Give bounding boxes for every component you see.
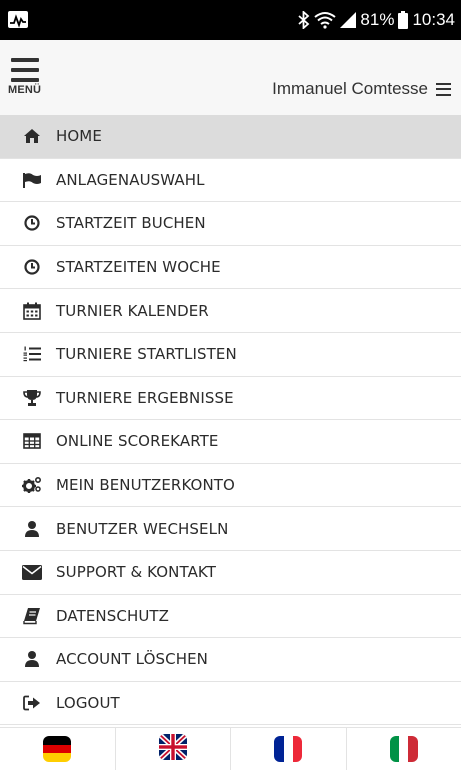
clock-icon [22, 257, 42, 277]
calendar-icon [22, 301, 42, 321]
menu-item-startzeiten-woche[interactable]: STARTZEITEN WOCHE [0, 245, 461, 290]
menu-item-label: ANLAGENAUSWAHL [56, 170, 205, 189]
menu-item-label: DATENSCHUTZ [56, 606, 170, 625]
status-bar: 81% 10:34 [0, 0, 461, 40]
bluetooth-icon [298, 11, 310, 29]
menu-item-home[interactable]: HOME [0, 115, 461, 159]
menu-item-label: ONLINE SCOREKARTE [56, 432, 219, 451]
italian-flag-icon [389, 736, 418, 762]
menu-item-online-scorekarte[interactable]: ONLINE SCOREKARTE [0, 420, 461, 464]
menu-item-label: MEIN BENUTZERKONTO [56, 476, 235, 495]
menu-item-datenschutz[interactable]: DATENSCHUTZ [0, 594, 461, 639]
menu-item-account-loeschen[interactable]: ACCOUNT LÖSCHEN [0, 638, 461, 682]
menu-item-label: SUPPORT & KONTAKT [56, 563, 216, 582]
clock-time: 10:34 [412, 10, 455, 29]
gears-icon [22, 475, 42, 495]
language-fr-button[interactable] [231, 728, 347, 770]
activity-notification-icon [8, 11, 28, 28]
user-menu-button[interactable]: Immanuel Comtesse [272, 75, 451, 103]
menu-label: MENÜ [8, 84, 42, 96]
menu-item-label: STARTZEIT BUCHEN [56, 214, 206, 233]
clock-icon [22, 213, 42, 233]
menu-item-label: ACCOUNT LÖSCHEN [56, 650, 208, 669]
menu-item-benutzer-wechseln[interactable]: BENUTZER WECHSELN [0, 507, 461, 551]
battery-percent: 81% [360, 10, 395, 29]
menu-item-label: TURNIERE STARTLISTEN [56, 345, 237, 364]
hamburger-icon [11, 58, 39, 82]
menu-item-logout[interactable]: LOGOUT [0, 681, 461, 726]
list-menu-icon [436, 82, 451, 96]
french-flag-icon [274, 736, 303, 762]
home-icon [22, 126, 42, 146]
menu-item-turniere-ergebnisse[interactable]: TURNIERE ERGEBNISSE [0, 376, 461, 421]
ordered-list-icon [22, 344, 42, 364]
german-flag-icon [43, 736, 72, 762]
user-icon [22, 649, 42, 669]
language-en-button[interactable] [116, 728, 231, 770]
menu-item-mein-benutzerkonto[interactable]: MEIN BENUTZERKONTO [0, 463, 461, 508]
menu-item-startzeit-buchen[interactable]: STARTZEIT BUCHEN [0, 202, 461, 246]
language-de-button[interactable] [0, 728, 116, 770]
signal-icon [340, 12, 357, 28]
menu-item-label: BENUTZER WECHSELN [56, 519, 229, 538]
menu-button[interactable]: MENÜ [8, 58, 48, 110]
menu-item-label: LOGOUT [56, 694, 120, 713]
uk-flag-icon [158, 734, 187, 764]
main-menu: HOME ANLAGENAUSWAHL STARTZEIT BUCHEN STA… [0, 115, 461, 726]
menu-item-anlagenauswahl[interactable]: ANLAGENAUSWAHL [0, 158, 461, 203]
menu-item-turnier-kalender[interactable]: TURNIER KALENDER [0, 289, 461, 333]
menu-item-label: TURNIERE ERGEBNISSE [56, 388, 234, 407]
flag-icon [22, 170, 42, 190]
user-icon [22, 519, 42, 539]
menu-item-support-kontakt[interactable]: SUPPORT & KONTAKT [0, 550, 461, 595]
trophy-icon [22, 388, 42, 408]
table-icon [22, 431, 42, 451]
language-selector [0, 727, 461, 770]
menu-item-turniere-startlisten[interactable]: TURNIERE STARTLISTEN [0, 332, 461, 377]
envelope-icon [22, 562, 42, 582]
user-name: Immanuel Comtesse [272, 79, 428, 98]
language-it-button[interactable] [347, 728, 461, 770]
menu-item-label: HOME [56, 127, 102, 146]
app-header: MENÜ Immanuel Comtesse [0, 40, 461, 115]
book-icon [22, 606, 42, 626]
battery-icon [398, 11, 409, 29]
wifi-icon [314, 11, 337, 29]
menu-item-label: STARTZEITEN WOCHE [56, 258, 221, 277]
menu-item-label: TURNIER KALENDER [56, 301, 209, 320]
sign-out-icon [22, 693, 42, 713]
